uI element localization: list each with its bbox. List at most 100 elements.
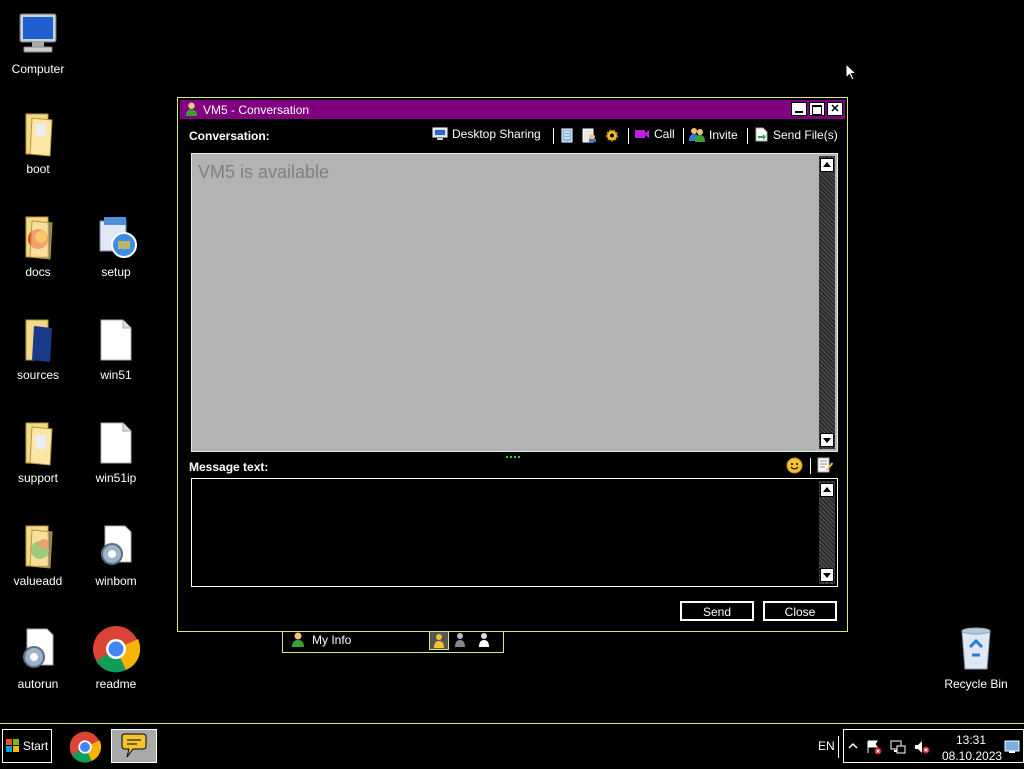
taskbar-chat-button[interactable] (111, 729, 157, 763)
scroll-up-button[interactable] (820, 483, 834, 497)
user-icon (185, 102, 198, 117)
conversation-label: Conversation: (189, 129, 270, 143)
desktop-icon-valueadd[interactable]: valueadd (0, 522, 76, 588)
scroll-down-button[interactable] (820, 568, 834, 582)
recycle-bin-icon (952, 625, 1000, 673)
folder-icon (14, 213, 62, 261)
status-away-button[interactable] (453, 632, 467, 648)
desktop-icon-label: Computer (11, 62, 65, 76)
chevron-up-icon (848, 742, 858, 749)
chat-bubble-icon (121, 733, 147, 758)
contact-card-icon[interactable] (582, 128, 597, 143)
setup-icon (92, 213, 140, 261)
desktop-icon-boot[interactable]: boot (0, 110, 76, 176)
taskbar-chrome-button[interactable] (66, 730, 104, 764)
my-info-label: My Info (312, 633, 352, 647)
file-icon (92, 316, 140, 364)
tray-separator (838, 736, 839, 758)
clock-time[interactable]: 13:31 (956, 733, 986, 747)
desktop-icon-label: support (17, 471, 59, 485)
send-files-button[interactable]: Send File(s) (754, 127, 838, 142)
desktop-icon-label: Recycle Bin (944, 677, 1008, 691)
invite-button[interactable]: Invite (689, 127, 738, 142)
desktop-icon-label: winbom (95, 574, 137, 588)
user-online-icon (434, 634, 444, 648)
format-text-button[interactable] (817, 457, 834, 473)
desktop-icon-autorun[interactable]: autorun (0, 625, 76, 691)
toolbar-separator (747, 128, 748, 144)
windows-logo-icon (5, 739, 19, 752)
settings-gear-icon[interactable] (604, 128, 620, 143)
arrow-up-icon (823, 162, 831, 167)
video-camera-icon (635, 130, 649, 138)
scroll-up-button[interactable] (820, 158, 834, 172)
call-label: Call (654, 127, 675, 141)
close-button[interactable]: Close (762, 600, 838, 622)
desktop-icon-label: autorun (17, 677, 59, 691)
taskbar: Start EN 13:31 08.10.2023 (0, 723, 1024, 769)
desktop-icon-computer[interactable]: Computer (0, 10, 76, 76)
arrow-down-icon (823, 573, 831, 578)
mouse-cursor-icon (845, 63, 857, 81)
file-icon (92, 419, 140, 467)
toolbar-separator (683, 128, 684, 144)
arrow-down-icon (823, 438, 831, 443)
conversation-history[interactable]: VM5 is available (191, 153, 838, 452)
status-online-button[interactable] (429, 631, 449, 650)
chrome-icon (69, 731, 101, 763)
call-button[interactable]: Call (634, 127, 675, 141)
desktop-icon-win51ip[interactable]: win51ip (78, 419, 154, 485)
language-indicator[interactable]: EN (818, 739, 835, 753)
chrome-icon (92, 625, 140, 673)
splitter-grip[interactable] (506, 456, 520, 458)
window-title: VM5 - Conversation (203, 102, 310, 117)
desktop-icon-label: sources (16, 368, 60, 382)
desktop-icon-support[interactable]: support (0, 419, 76, 485)
action-center-icon[interactable] (866, 739, 882, 755)
invite-users-icon (689, 128, 705, 142)
notes-icon[interactable] (560, 128, 574, 143)
user-offline-icon (479, 633, 489, 647)
clock-date[interactable]: 08.10.2023 (942, 749, 1002, 763)
show-hidden-icons-button[interactable] (848, 741, 858, 751)
folder-icon (14, 419, 62, 467)
desktop-icon-winbom[interactable]: winbom (78, 522, 154, 588)
status-offline-button[interactable] (477, 632, 491, 648)
invite-label: Invite (709, 127, 738, 142)
folder-icon (14, 522, 62, 570)
desktop-icon-setup[interactable]: setup (78, 213, 154, 279)
message-scrollbar[interactable] (819, 481, 835, 584)
conversation-scrollbar[interactable] (819, 156, 835, 449)
desktop-sharing-button[interactable]: Desktop Sharing (432, 127, 541, 141)
desktop-icon-recycle-bin[interactable]: Recycle Bin (936, 625, 1016, 691)
minimize-button[interactable] (791, 102, 807, 116)
start-label: Start (22, 739, 49, 753)
send-button[interactable]: Send (679, 600, 755, 622)
close-icon: ✕ (830, 103, 840, 115)
desktop-icon-docs[interactable]: docs (0, 213, 76, 279)
start-button[interactable]: Start (2, 729, 52, 763)
message-input[interactable] (191, 478, 838, 587)
message-text-label: Message text: (189, 460, 269, 474)
desktop-icon-win51[interactable]: win51 (78, 316, 154, 382)
network-icon[interactable] (890, 739, 906, 755)
desktop-sharing-icon (432, 127, 448, 140)
show-desktop-icon[interactable] (1004, 740, 1020, 754)
desktop-icon-label: readme (95, 677, 137, 691)
desktop-icon-readme[interactable]: readme (78, 625, 154, 691)
toolbar-separator (810, 458, 811, 474)
desktop-icon-label: win51ip (95, 471, 137, 485)
maximize-button[interactable] (809, 102, 825, 116)
desktop-icon-sources[interactable]: sources (0, 316, 76, 382)
window-titlebar[interactable]: VM5 - Conversation ✕ (180, 100, 845, 119)
desktop-icon-label: setup (101, 265, 131, 279)
volume-muted-icon[interactable] (914, 739, 930, 755)
scroll-down-button[interactable] (820, 433, 834, 447)
format-text-icon (817, 457, 833, 473)
close-window-button[interactable]: ✕ (827, 102, 843, 116)
toolbar-separator (628, 128, 629, 144)
send-files-label: Send File(s) (773, 127, 838, 142)
minimize-icon (795, 111, 803, 113)
emoticon-button[interactable] (786, 457, 803, 474)
smiley-icon (786, 457, 803, 474)
